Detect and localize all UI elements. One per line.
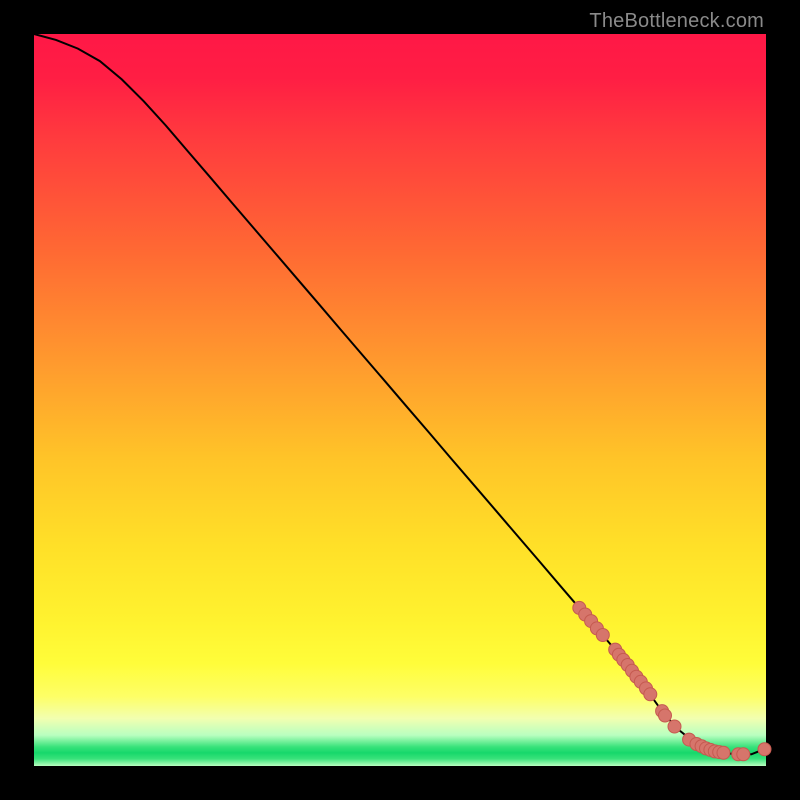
data-marker	[737, 748, 750, 761]
data-marker	[644, 688, 657, 701]
chart-frame: TheBottleneck.com	[0, 0, 800, 800]
data-marker	[659, 709, 672, 722]
attribution-label: TheBottleneck.com	[589, 10, 764, 33]
bottleneck-curve-line	[34, 34, 766, 754]
data-marker	[717, 746, 730, 759]
data-marker	[668, 720, 681, 733]
data-marker	[596, 629, 609, 642]
chart-overlay	[34, 34, 766, 766]
data-marker	[758, 743, 771, 756]
marker-group	[573, 601, 771, 760]
